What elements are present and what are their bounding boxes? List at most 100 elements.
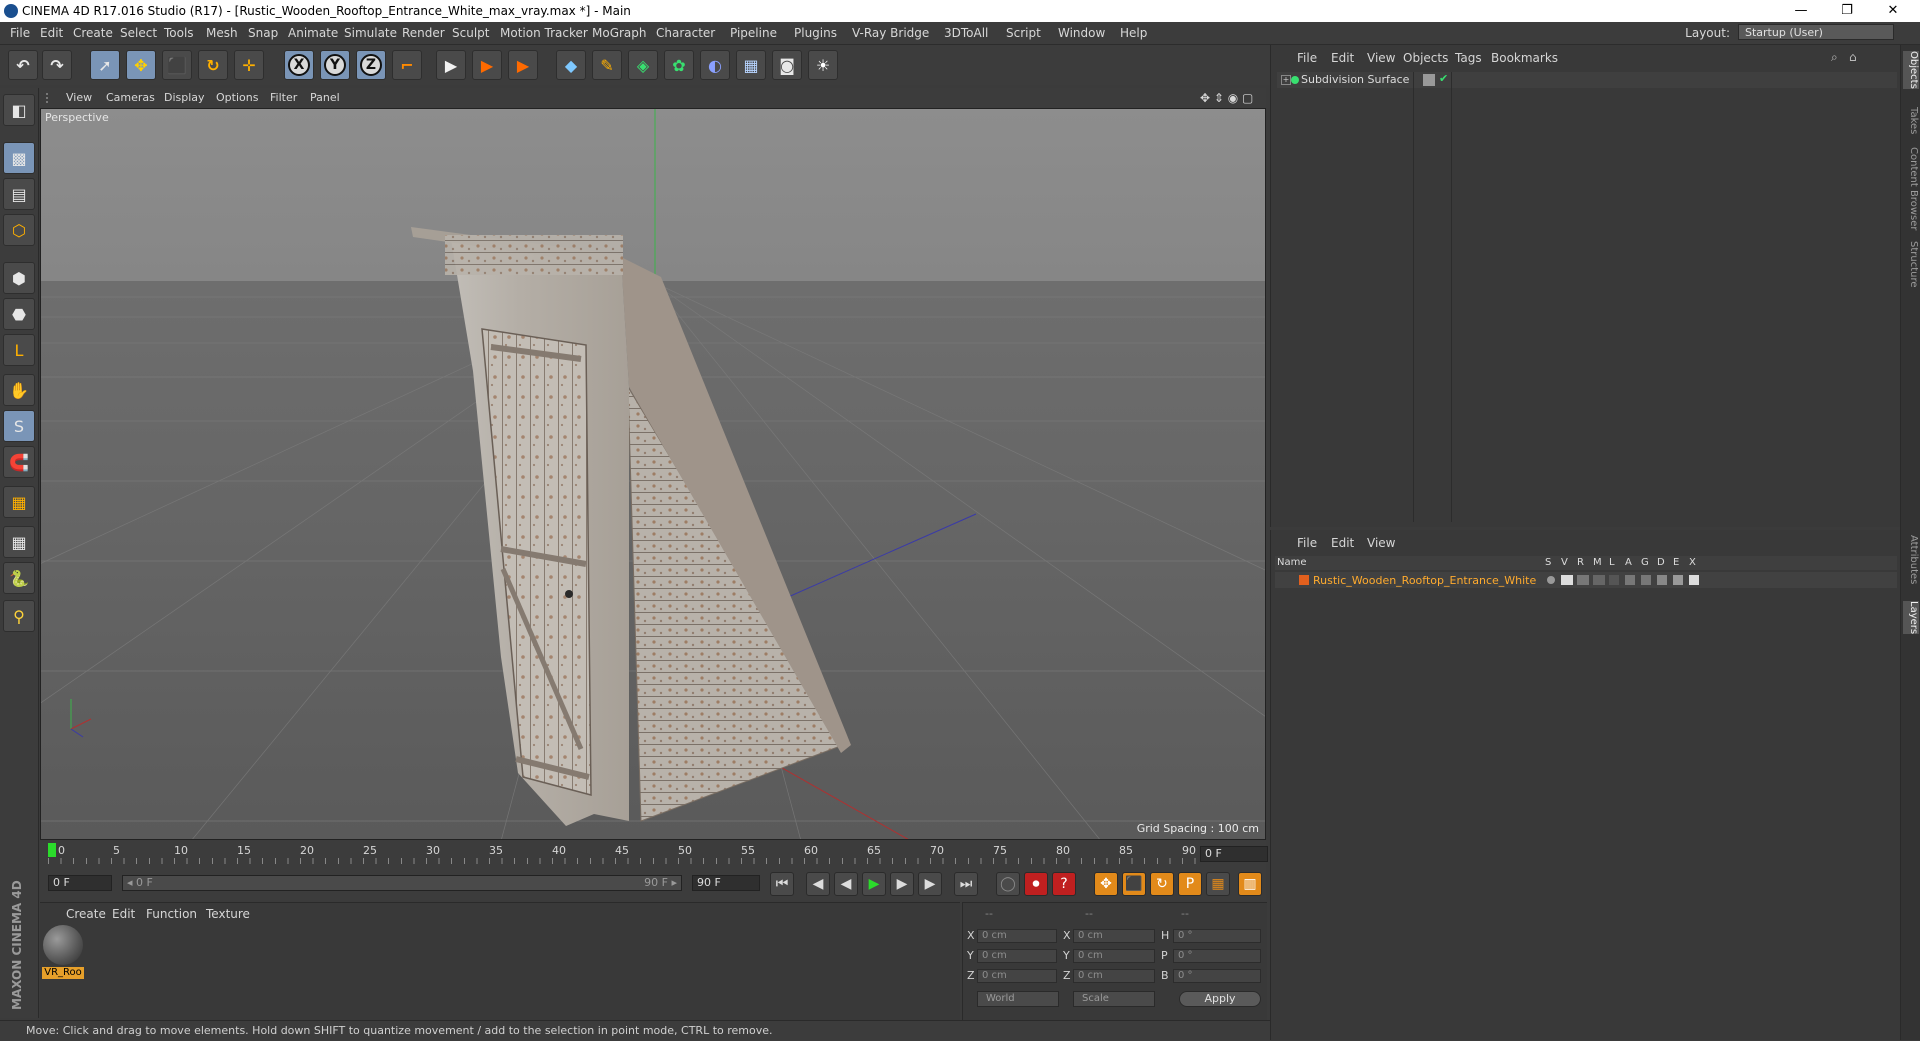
- object-name[interactable]: Subdivision Surface: [1301, 73, 1409, 86]
- menu-edit[interactable]: Edit: [40, 26, 63, 40]
- play-button[interactable]: ▶: [862, 872, 886, 896]
- layer-color-swatch[interactable]: [1299, 575, 1309, 585]
- layer-menu-view[interactable]: View: [1367, 536, 1395, 550]
- floor-icon[interactable]: ▦: [736, 50, 766, 80]
- workplane-icon[interactable]: ⬡: [3, 214, 35, 246]
- menu-character[interactable]: Character: [656, 26, 715, 40]
- viewport-camera-label[interactable]: Perspective: [45, 111, 109, 124]
- end-frame-field[interactable]: 90 F: [692, 875, 760, 891]
- transform-tool-icon[interactable]: ✛: [234, 50, 264, 80]
- menu-plugins[interactable]: Plugins: [794, 26, 837, 40]
- size-y-field[interactable]: 0 cm: [1073, 949, 1155, 963]
- obj-menu-edit[interactable]: Edit: [1331, 51, 1354, 65]
- tab-objects[interactable]: Objects: [1903, 51, 1919, 89]
- menu-3dtoall[interactable]: 3DToAll: [944, 26, 988, 40]
- tab-content-browser[interactable]: Content Browser: [1903, 147, 1919, 230]
- key-scale-icon[interactable]: ⬛: [1122, 872, 1146, 896]
- menu-snap[interactable]: Snap: [248, 26, 278, 40]
- move-tool-icon[interactable]: ✥: [126, 50, 156, 80]
- make-editable-icon[interactable]: ◧: [3, 94, 35, 126]
- menu-mograph[interactable]: MoGraph: [592, 26, 647, 40]
- search-icon[interactable]: ⌕: [1831, 50, 1838, 65]
- cube-primitive-icon[interactable]: ◆: [556, 50, 586, 80]
- layout-select[interactable]: Startup (User): [1738, 24, 1894, 40]
- axis-x-button[interactable]: X: [284, 50, 314, 80]
- mat-menu-function[interactable]: Function: [146, 907, 197, 921]
- rot-h-field[interactable]: 0 °: [1173, 929, 1261, 943]
- layer-row[interactable]: Rustic_Wooden_Rooftop_Entrance_White: [1275, 572, 1897, 588]
- autokey-icon[interactable]: ⏺: [1024, 872, 1048, 896]
- start-frame-field[interactable]: 0 F: [48, 875, 112, 891]
- vp-menu-display[interactable]: Display: [164, 91, 205, 104]
- render-view-icon[interactable]: ▶: [436, 50, 466, 80]
- axis-mode-icon[interactable]: ✋: [3, 374, 35, 406]
- python-icon[interactable]: ⚲: [3, 600, 35, 632]
- deformer-icon[interactable]: ◐: [700, 50, 730, 80]
- rotate-tool-icon[interactable]: ↻: [198, 50, 228, 80]
- pos-y-field[interactable]: 0 cm: [977, 949, 1057, 963]
- axis-z-button[interactable]: Z: [356, 50, 386, 80]
- animation-icon[interactable]: [1625, 575, 1635, 585]
- key-rotation-icon[interactable]: ↻: [1150, 872, 1174, 896]
- minimize-button[interactable]: —: [1778, 0, 1824, 22]
- render-picture-viewer-icon[interactable]: ▶: [472, 50, 502, 80]
- tab-layers[interactable]: Layers: [1903, 601, 1919, 635]
- current-frame-field[interactable]: 0 F: [1200, 846, 1268, 862]
- go-to-end-button[interactable]: ⏭: [954, 872, 978, 896]
- pen-spline-icon[interactable]: ✎: [592, 50, 622, 80]
- undo-icon[interactable]: ↶: [8, 50, 38, 80]
- obj-menu-view[interactable]: View: [1367, 51, 1395, 65]
- obj-menu-objects[interactable]: Objects: [1403, 51, 1448, 65]
- mat-menu-texture[interactable]: Texture: [206, 907, 250, 921]
- key-position-icon[interactable]: ✥: [1094, 872, 1118, 896]
- menu-pipeline[interactable]: Pipeline: [730, 26, 777, 40]
- menu-file[interactable]: File: [10, 26, 30, 40]
- layer-menu-file[interactable]: File: [1297, 536, 1317, 550]
- next-key-button[interactable]: ▶: [918, 872, 942, 896]
- home-icon[interactable]: ⌂: [1849, 50, 1857, 64]
- frame-range-slider[interactable]: ◂ 0 F 90 F ▸: [122, 875, 682, 891]
- rot-p-field[interactable]: 0 °: [1173, 949, 1261, 963]
- menu-animate[interactable]: Animate: [288, 26, 338, 40]
- material-thumbnail[interactable]: [43, 925, 83, 965]
- mat-menu-create[interactable]: Create: [66, 907, 106, 921]
- xref-icon[interactable]: [1689, 575, 1699, 585]
- viewport-nav-icons[interactable]: ✥ ⇕ ◉ ▢: [1200, 91, 1253, 105]
- subdivision-surface-icon[interactable]: ◈: [628, 50, 658, 80]
- obj-menu-bookmarks[interactable]: Bookmarks: [1491, 51, 1558, 65]
- layer-menu-edit[interactable]: Edit: [1331, 536, 1354, 550]
- size-z-field[interactable]: 0 cm: [1073, 969, 1155, 983]
- vp-menu-cameras[interactable]: Cameras: [106, 91, 155, 104]
- obj-menu-tags[interactable]: Tags: [1455, 51, 1482, 65]
- material-name-label[interactable]: VR_Roo: [42, 967, 84, 979]
- next-frame-button[interactable]: ▶: [890, 872, 914, 896]
- light-icon[interactable]: ☀: [808, 50, 838, 80]
- previous-frame-button[interactable]: ◀: [834, 872, 858, 896]
- previous-key-button[interactable]: ◀: [806, 872, 830, 896]
- key-pla-icon[interactable]: ▦: [1206, 872, 1230, 896]
- vp-menu-options[interactable]: Options: [216, 91, 258, 104]
- polygons-mode-icon[interactable]: L: [3, 334, 35, 366]
- menu-select[interactable]: Select: [120, 26, 157, 40]
- tab-structure[interactable]: Structure: [1903, 241, 1919, 288]
- vp-menu-view[interactable]: View: [66, 91, 92, 104]
- layer-name[interactable]: Rustic_Wooden_Rooftop_Entrance_White: [1313, 574, 1536, 587]
- solo-icon[interactable]: [1547, 576, 1555, 584]
- go-to-start-button[interactable]: ⏮: [770, 872, 794, 896]
- menu-create[interactable]: Create: [73, 26, 113, 40]
- magnet-icon[interactable]: ▦: [3, 486, 35, 518]
- expand-icon[interactable]: +: [1281, 75, 1291, 85]
- vp-menu-filter[interactable]: Filter: [270, 91, 297, 104]
- tab-takes[interactable]: Takes: [1903, 107, 1919, 134]
- mat-menu-edit[interactable]: Edit: [112, 907, 135, 921]
- perspective-viewport[interactable]: Perspective Grid Spacing : 100 cm: [40, 108, 1266, 840]
- menu-window[interactable]: Window: [1058, 26, 1105, 40]
- deformers-icon[interactable]: [1657, 575, 1667, 585]
- record-keys-icon[interactable]: ◯: [996, 872, 1020, 896]
- render-icon[interactable]: [1577, 575, 1589, 585]
- object-row[interactable]: + Subdivision Surface ✔: [1277, 72, 1897, 88]
- redo-icon[interactable]: ↷: [42, 50, 72, 80]
- menu-render[interactable]: Render: [402, 26, 445, 40]
- menu-vray-bridge[interactable]: V-Ray Bridge: [852, 26, 929, 40]
- expressions-icon[interactable]: [1673, 575, 1683, 585]
